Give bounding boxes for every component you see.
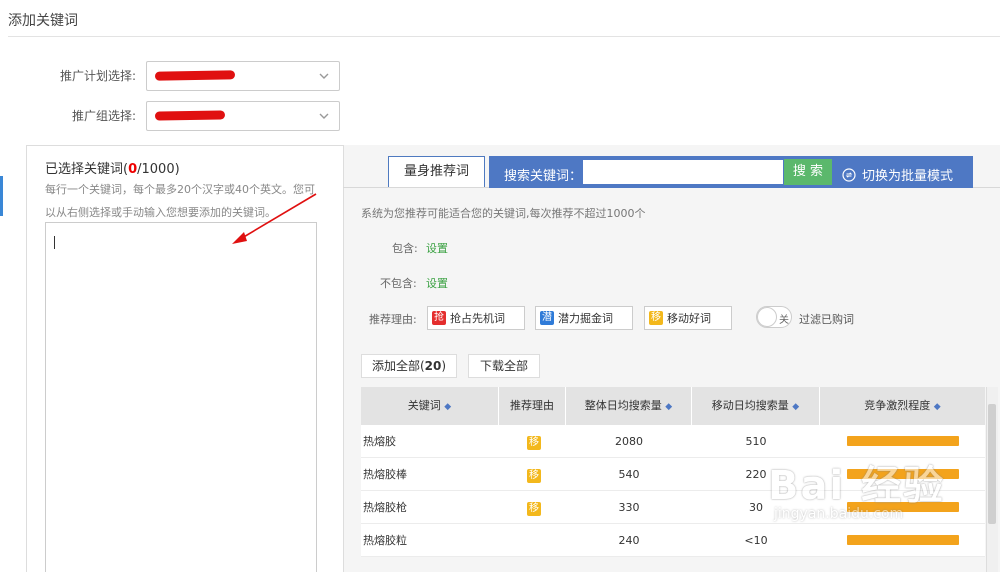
side-marker bbox=[0, 176, 3, 216]
download-all-button[interactable]: 下载全部 bbox=[468, 354, 540, 378]
selected-count: 0 bbox=[128, 162, 138, 177]
search-input[interactable] bbox=[582, 159, 784, 185]
column-header-total-search[interactable]: 整体日均搜索量 ◆ bbox=[566, 387, 692, 425]
redaction-mark bbox=[154, 110, 226, 121]
column-label: 整体日均搜索量 bbox=[584, 399, 662, 412]
competition-bar bbox=[847, 502, 959, 512]
mobile-tag-icon: 移 bbox=[527, 502, 541, 516]
reason-label-text: 潜力掘金词 bbox=[558, 312, 613, 325]
mobile-search-cell: 510 bbox=[745, 435, 767, 448]
column-header-competition[interactable]: 竞争激烈程度 ◆ bbox=[820, 387, 985, 425]
competition-bar bbox=[847, 535, 959, 545]
competition-bar bbox=[847, 469, 959, 479]
toggle-state: 关 bbox=[779, 315, 789, 326]
column-header-keyword[interactable]: 关键词 ◆ bbox=[361, 387, 499, 425]
exclude-setting-link[interactable]: 设置 bbox=[426, 275, 448, 291]
mobile-tag-icon: 移 bbox=[527, 469, 541, 483]
include-setting-link[interactable]: 设置 bbox=[426, 240, 448, 256]
grab-tag-icon: 抢 bbox=[432, 311, 446, 325]
keyword-cell: 热熔胶枪 bbox=[363, 501, 407, 514]
include-label: 包含: bbox=[392, 242, 418, 255]
total-search-cell: 240 bbox=[618, 534, 640, 547]
sort-icon: ◆ bbox=[665, 402, 673, 412]
hint-line-1: 每行一个关键词，每个最多20个汉字或40个英文。您可 bbox=[45, 183, 315, 196]
filter-purchased-label: 过滤已购词 bbox=[799, 313, 854, 326]
plan-select-label: 推广计划选择: bbox=[59, 69, 136, 83]
reason-button-opportunity[interactable]: 抢抢占先机词 bbox=[427, 306, 525, 330]
keyword-textarea[interactable] bbox=[45, 222, 317, 572]
table-row[interactable]: 热熔胶枪 移 330 30 bbox=[361, 491, 985, 524]
add-all-count: 20 bbox=[424, 359, 442, 373]
competition-bar bbox=[847, 436, 959, 446]
search-button[interactable]: 搜 索 bbox=[784, 159, 832, 185]
mobile-search-cell: 30 bbox=[749, 501, 763, 514]
toggle-knob bbox=[757, 307, 777, 327]
tab-tailored-keywords[interactable]: 量身推荐词 bbox=[388, 156, 485, 187]
reason-button-mobile[interactable]: 移移动好词 bbox=[644, 306, 732, 330]
keyword-cell: 热熔胶棒 bbox=[363, 468, 407, 481]
total-search-cell: 330 bbox=[618, 501, 640, 514]
mobile-search-cell: 220 bbox=[745, 468, 767, 481]
table-row[interactable]: 热熔胶粒 240 <10 bbox=[361, 524, 985, 557]
chevron-down-icon bbox=[319, 113, 329, 119]
table-header: 关键词 ◆ 推荐理由 整体日均搜索量 ◆ 移动日均搜索量 ◆ 竞争激烈程度 ◆ bbox=[361, 387, 985, 425]
mobile-tag-icon: 移 bbox=[527, 436, 541, 450]
table-row[interactable]: 热熔胶棒 移 540 220 bbox=[361, 458, 985, 491]
chevron-down-icon bbox=[319, 73, 329, 79]
sort-icon: ◆ bbox=[444, 402, 452, 412]
potential-tag-icon: 潜 bbox=[540, 311, 554, 325]
scroll-thumb[interactable] bbox=[988, 404, 996, 524]
text-caret bbox=[54, 236, 55, 249]
title-prefix: 已选择关键词( bbox=[45, 162, 129, 177]
mobile-tag-icon: 移 bbox=[649, 311, 663, 325]
title-divider bbox=[8, 36, 1000, 37]
table-row[interactable]: 热熔胶 移 2080 510 bbox=[361, 425, 985, 458]
column-header-reason: 推荐理由 bbox=[499, 387, 566, 425]
column-header-mobile-search[interactable]: 移动日均搜索量 ◆ bbox=[692, 387, 820, 425]
add-all-suffix: ) bbox=[441, 359, 447, 373]
total-search-cell: 2080 bbox=[615, 435, 643, 448]
reason-button-potential[interactable]: 潜潜力掘金词 bbox=[535, 306, 633, 330]
keyword-cell: 热熔胶粒 bbox=[363, 534, 407, 547]
plan-select[interactable] bbox=[146, 61, 340, 91]
group-select-label: 推广组选择: bbox=[71, 109, 136, 123]
reason-label-text: 抢占先机词 bbox=[450, 312, 505, 325]
switch-icon bbox=[842, 167, 856, 182]
column-label: 推荐理由 bbox=[510, 399, 554, 412]
title-suffix: /1000) bbox=[137, 162, 180, 177]
page-title: 添加关键词 bbox=[8, 13, 78, 29]
selected-keywords-title: 已选择关键词(0/1000) bbox=[45, 158, 180, 177]
search-keyword-label: 搜索关键词： bbox=[504, 169, 583, 184]
column-label: 移动日均搜索量 bbox=[711, 399, 789, 412]
redaction-mark bbox=[154, 70, 236, 81]
sort-icon: ◆ bbox=[933, 402, 941, 412]
sort-icon: ◆ bbox=[792, 402, 800, 412]
column-label: 关键词 bbox=[407, 399, 441, 412]
reason-label: 推荐理由: bbox=[369, 313, 417, 326]
group-select[interactable] bbox=[146, 101, 340, 131]
column-label: 竞争激烈程度 bbox=[864, 399, 931, 412]
bulk-mode-toggle[interactable]: 切换为批量模式 bbox=[842, 165, 953, 184]
bulk-mode-label: 切换为批量模式 bbox=[862, 169, 954, 184]
add-all-prefix: 添加全部( bbox=[371, 359, 425, 373]
mobile-search-cell: <10 bbox=[744, 534, 768, 547]
add-all-button[interactable]: 添加全部(20) bbox=[361, 354, 457, 378]
reason-label-text: 移动好词 bbox=[667, 312, 711, 325]
exclude-label: 不包含: bbox=[380, 277, 417, 290]
keyword-cell: 热熔胶 bbox=[363, 435, 396, 448]
total-search-cell: 540 bbox=[618, 468, 640, 481]
system-note: 系统为您推荐可能适合您的关键词,每次推荐不超过1000个 bbox=[361, 207, 646, 220]
hint-line-2: 以从右侧选择或手动输入您想要添加的关键词。 bbox=[45, 206, 276, 219]
